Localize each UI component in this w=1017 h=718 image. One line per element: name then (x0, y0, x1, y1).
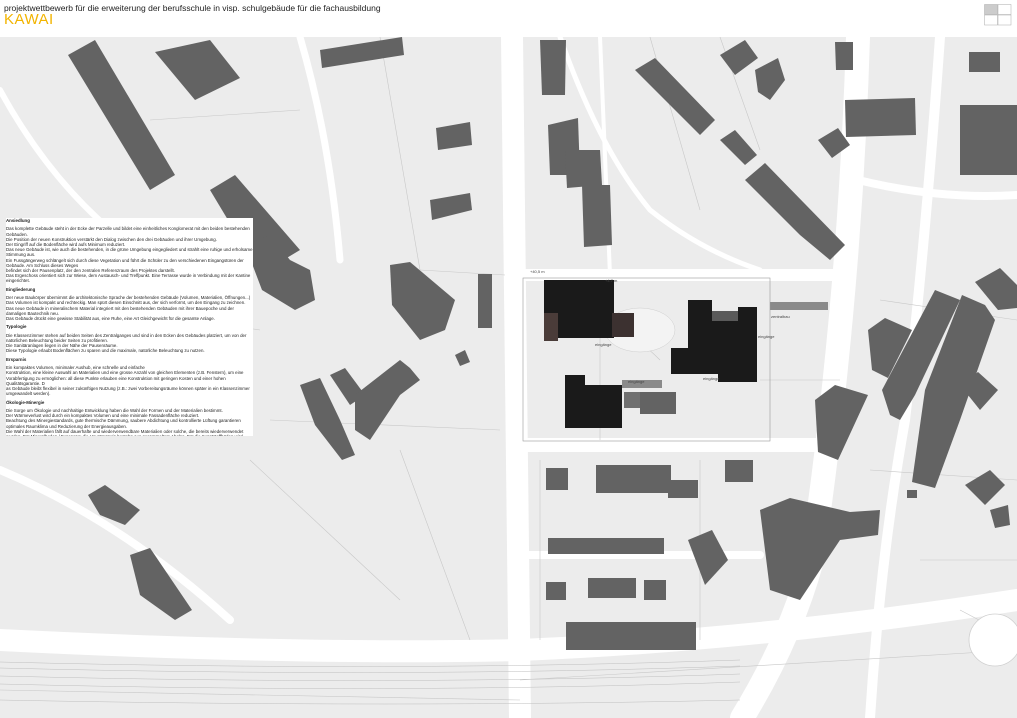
label-height-a: +40,5 m (530, 269, 545, 274)
label-height-b: +4.7 m (605, 278, 618, 283)
section-heading: Typologie (6, 324, 27, 330)
section-line: Konstruktion, eine kleine Auswahl an Mat… (6, 370, 244, 386)
section-line: Das neue Gebäude in mineralischem Materi… (6, 305, 234, 316)
header: projektwettbewerb für die erweiterung de… (0, 0, 1017, 37)
section-body: Die Klassenzimmer stehen auf beiden Seit… (6, 333, 253, 354)
section-heading: Ansiedlung (6, 218, 30, 223)
section-body: Der neue Baukörper übernimmt die archite… (6, 295, 253, 321)
section-line: Beachtung des Minergiestandards, gute th… (6, 418, 241, 429)
section-line: Das Gebäude drückt eine gewisse Stabilit… (6, 316, 215, 322)
roundabout (968, 613, 1017, 667)
section-line: Die Klassenzimmer stehen auf beiden Seit… (6, 332, 247, 343)
project-subtitle: projektwettbewerb für die erweiterung de… (4, 3, 381, 13)
section-line: Ein Fussgängerweg schlängelt sich durch … (6, 257, 244, 268)
section-heading: Ökologie-Minergie (6, 399, 45, 405)
bldg (478, 274, 492, 328)
project-description-panel: Ansiedlung Das komplette Gebäude steht in… (6, 218, 253, 436)
section-line: Die Wahl der Materialien fällt auf dauer… (6, 428, 244, 436)
section-line: Diese Typologie erlaubt Bodenflächen zu … (6, 348, 205, 354)
label-eingang-b: eingänge (703, 376, 720, 381)
section-heading: Ersparnis (6, 356, 27, 362)
section-heading: Eingliederung (6, 286, 36, 292)
section-body: Ein kompaktes Volumen, minimaler Aushub,… (6, 365, 253, 396)
section-body: Das komplette Gebäude steht in der Ecke … (6, 226, 253, 283)
section-line: Das Ergeschoss orientiert sich zur Wiese… (6, 273, 251, 284)
label-eingang-a: eingänge (595, 342, 612, 347)
section-line: as Gebäude bleibt flexibel in seiner zuk… (6, 386, 250, 397)
section-line: Das neue Gebäude ist, wie auch die beste… (6, 247, 253, 258)
section-line: Das komplette Gebäude steht in der Ecke … (6, 226, 250, 237)
sheet-position-key (984, 4, 1012, 26)
project-title: KAWAI (4, 11, 54, 28)
label-eingang-c: eingänge (758, 334, 775, 339)
section-body: Die Sorge um Ökologie und nachhaltige En… (6, 408, 253, 436)
label-zentralbau: zentralbau (771, 314, 790, 319)
label-eingang-d: eingänge (628, 379, 645, 384)
